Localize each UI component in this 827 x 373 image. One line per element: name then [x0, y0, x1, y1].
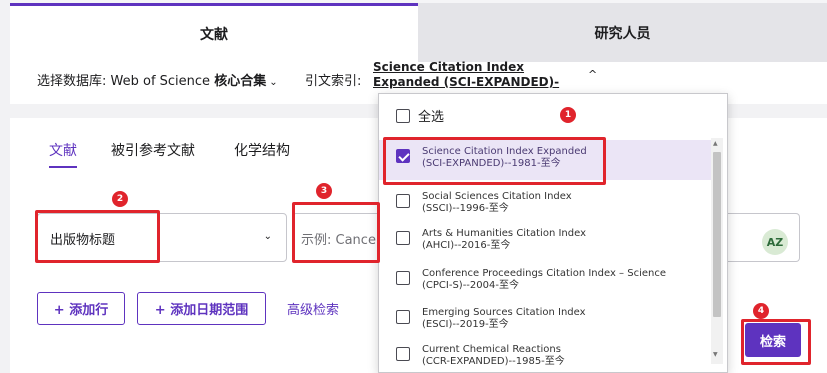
- select-all-label: 全选: [418, 110, 445, 125]
- list-item[interactable]: Emerging Sources Citation Index (ESCI)--2…: [379, 301, 711, 341]
- add-date-range-button[interactable]: + 添加日期范围: [137, 292, 266, 325]
- annotation-badge-1: 1: [560, 107, 576, 123]
- annotation-badge-4: 4: [753, 303, 769, 319]
- list-item[interactable]: Current Chemical Reactions (CCR-EXPANDED)…: [379, 338, 711, 372]
- tab-literature[interactable]: 文献: [10, 3, 418, 62]
- item-title: Emerging Sources Citation Index: [422, 307, 586, 318]
- item-subtitle: (AHCI)--2016-至今: [422, 240, 511, 251]
- item-title: Conference Proceedings Citation Index – …: [422, 268, 666, 279]
- checkbox[interactable]: [396, 231, 410, 245]
- database-selector[interactable]: 选择数据库: Web of Science 核心合集 ⌄: [37, 70, 278, 89]
- citation-index-label: 引文索引:: [305, 74, 362, 89]
- scrollbar-thumb[interactable]: [713, 152, 721, 317]
- checkbox[interactable]: [396, 271, 410, 285]
- chevron-down-icon: ⌄: [263, 231, 272, 242]
- database-name: 核心合集: [214, 74, 267, 89]
- list-item[interactable]: Social Sciences Citation Index (SSCI)--19…: [379, 185, 711, 225]
- list-item[interactable]: Arts & Humanities Citation Index (AHCI)--…: [379, 222, 711, 262]
- database-prefix: 选择数据库: Web of Science: [37, 74, 215, 89]
- item-subtitle: (CCR-EXPANDED)--1985-至今: [422, 356, 565, 367]
- advanced-search-link[interactable]: 高级检索: [287, 299, 339, 318]
- checkbox[interactable]: [396, 108, 410, 123]
- scroll-down-icon[interactable]: ▼: [713, 351, 718, 358]
- annotation-box-2: [35, 210, 160, 263]
- annotation-badge-2: 2: [112, 191, 128, 207]
- annotation-badge-3: 3: [316, 183, 332, 199]
- checkbox[interactable]: [396, 310, 410, 324]
- annotation-box-4: [741, 319, 811, 365]
- item-title: Current Chemical Reactions: [422, 344, 561, 355]
- item-subtitle: (SSCI)--1996-至今: [422, 203, 509, 214]
- tab-cited-references[interactable]: 被引参考文献: [111, 140, 195, 160]
- annotation-box-3: [292, 202, 380, 263]
- page: 文献 研究人员 选择数据库: Web of Science 核心合集 ⌄ 引文索引…: [0, 0, 827, 373]
- checkbox[interactable]: [396, 347, 410, 361]
- item-title: Social Sciences Citation Index: [422, 191, 572, 202]
- chevron-down-icon: ⌄: [269, 77, 278, 88]
- scroll-up-icon[interactable]: ▲: [713, 140, 718, 147]
- item-subtitle: (CPCI-S)--2004-至今: [422, 280, 519, 291]
- annotation-box-1: [383, 137, 606, 185]
- chevron-up-icon[interactable]: ^: [588, 68, 597, 81]
- checkbox[interactable]: [396, 194, 410, 208]
- item-title: Arts & Humanities Citation Index: [422, 228, 586, 239]
- list-item[interactable]: Conference Proceedings Citation Index – …: [379, 262, 711, 302]
- add-row-button[interactable]: + 添加行: [37, 292, 125, 325]
- citation-index-selector[interactable]: Science Citation Index Expanded (SCI-EXP…: [373, 60, 588, 90]
- tab-researchers[interactable]: 研究人员: [418, 3, 827, 62]
- item-subtitle: (ESCI)--2019-至今: [422, 319, 509, 330]
- az-sort-icon[interactable]: AZ: [762, 229, 788, 255]
- tab-chemical-structure[interactable]: 化学结构: [234, 140, 290, 160]
- left-margin: [0, 0, 10, 373]
- select-all-option[interactable]: 全选: [396, 106, 444, 125]
- tab-documents[interactable]: 文献: [49, 140, 77, 168]
